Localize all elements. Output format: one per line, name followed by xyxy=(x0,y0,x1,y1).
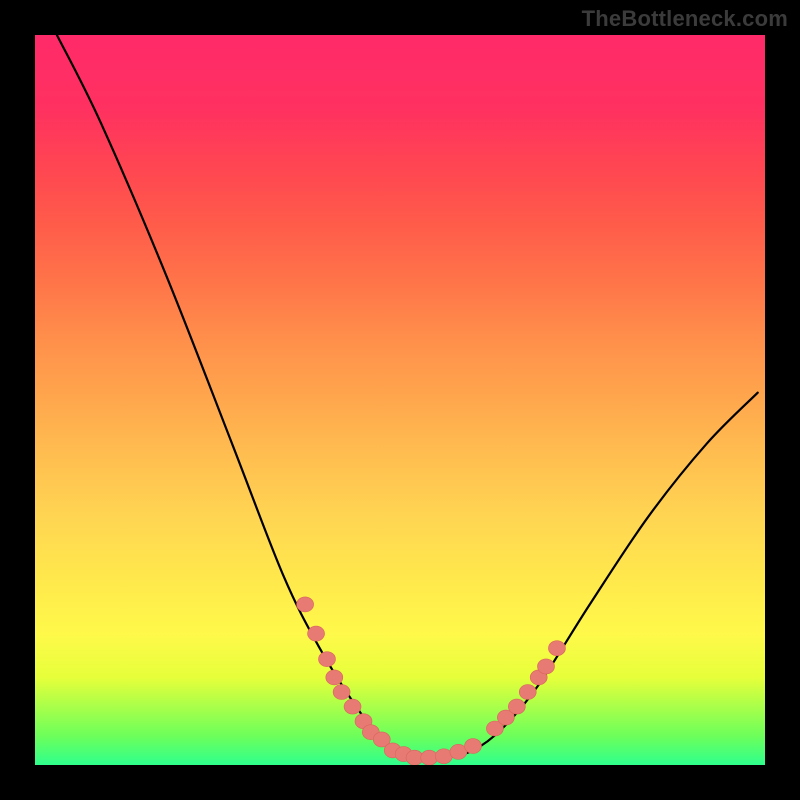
attribution-text: TheBottleneck.com xyxy=(582,6,788,32)
chart-frame: TheBottleneck.com xyxy=(0,0,800,800)
plot-area xyxy=(35,35,765,765)
